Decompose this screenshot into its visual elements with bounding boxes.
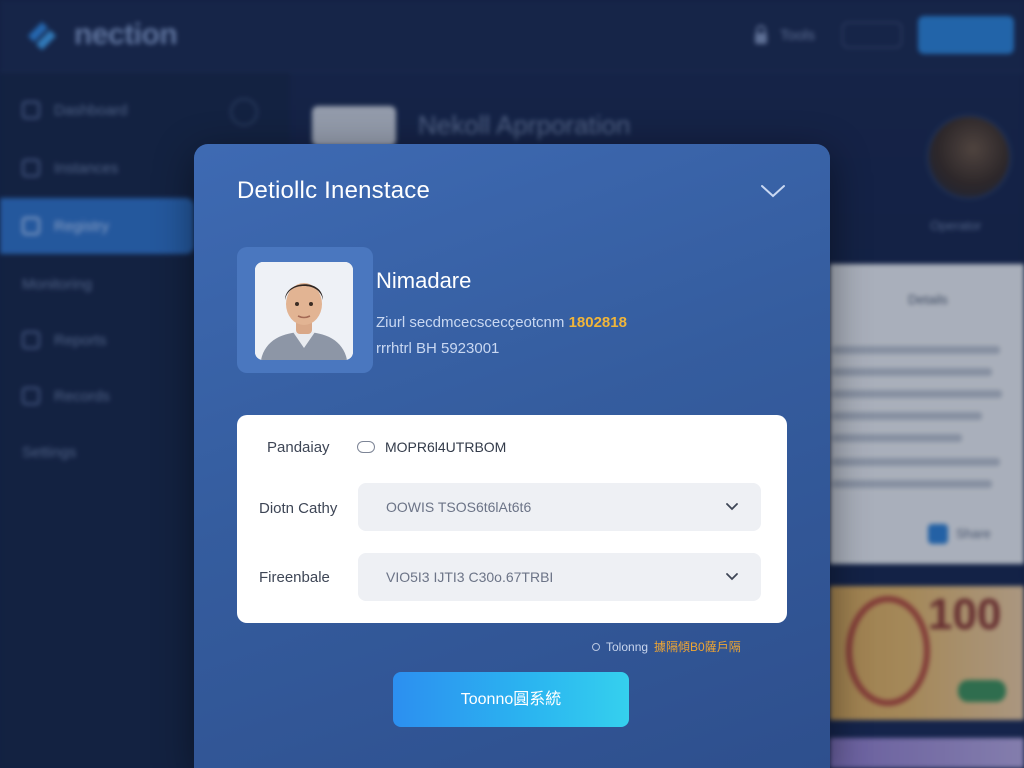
form-label-diotn-cathy: Diotn Cathy xyxy=(259,500,338,517)
submit-button[interactable]: Toonno圓系統 xyxy=(393,672,629,727)
footnote-link[interactable]: 據隔傾B0薩戶隔 xyxy=(654,638,741,655)
id-photo xyxy=(255,262,353,360)
chevron-down-icon[interactable] xyxy=(760,180,786,200)
chevron-down-icon xyxy=(726,503,738,511)
person-detail-line: Ziurl secdmcecscecçeotcnm 1802818 xyxy=(376,314,627,331)
person-portrait xyxy=(255,262,353,360)
modal-title: Detiollc Inenstace xyxy=(237,177,431,204)
person-id-number: 1802818 xyxy=(568,314,627,331)
select-value: OOWIS TSOS6t6lAt6t6 xyxy=(386,499,532,515)
form-label-fireenbale: Fireenbale xyxy=(259,569,330,586)
person-detail-text: Ziurl secdmcecscecçeotcnm xyxy=(376,314,565,331)
select-value: VIO5I3 IJTI3 C30o.67TRBI xyxy=(386,569,554,585)
person-name: Nimadare xyxy=(376,268,472,293)
footnote-label: Tolonng xyxy=(606,639,649,654)
chevron-down-icon xyxy=(726,573,738,581)
radio-label: MOPR6l4UTRBOM xyxy=(385,439,507,455)
radio-icon[interactable] xyxy=(357,441,375,453)
pandaiay-radio[interactable]: MOPR6l4UTRBOM xyxy=(357,439,506,455)
fireenbale-select[interactable]: VIO5I3 IJTI3 C30o.67TRBI xyxy=(358,553,761,601)
diotn-cathy-select[interactable]: OOWIS TSOS6t6lAt6t6 xyxy=(358,483,761,531)
form-label-pandaiay: Pandaiay xyxy=(267,439,330,456)
info-icon xyxy=(592,642,600,651)
details-form: Pandaiay MOPR6l4UTRBOM Diotn Cathy OOWIS… xyxy=(237,415,787,623)
id-photo-card xyxy=(237,247,373,373)
form-footnote: Tolonng 據隔傾B0薩戶隔 xyxy=(592,638,741,655)
instance-details-modal: Detiollc Inenstace Nimadare Ziurl secdmc… xyxy=(194,144,830,768)
person-secondary-detail: rrrhtrl BH 5923001 xyxy=(376,340,500,357)
